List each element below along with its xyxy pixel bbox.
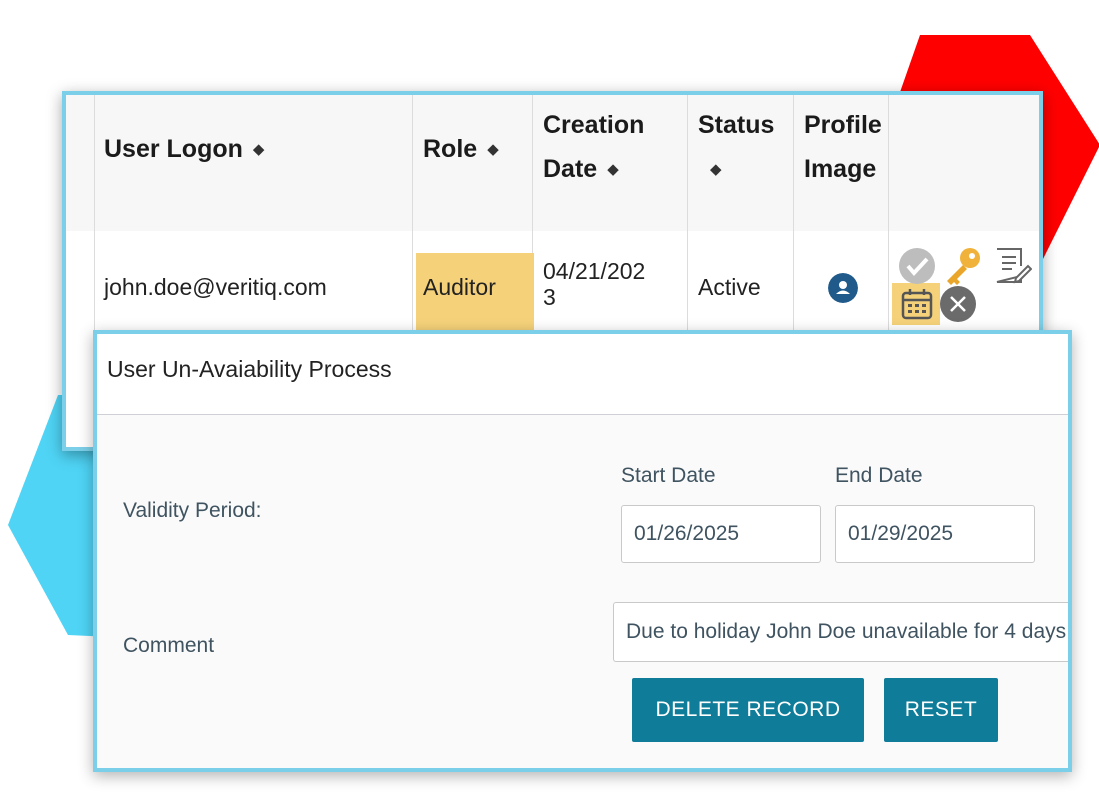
sort-icon[interactable]: ◆ — [710, 161, 722, 178]
cell-user-logon: john.doe@veritiq.com — [104, 274, 327, 300]
header-role[interactable]: Role ◆ — [423, 127, 499, 172]
delete-record-button[interactable]: DELETE RECORD — [632, 678, 864, 742]
header-profile-image: Profile Image — [804, 103, 882, 191]
validity-period-label: Validity Period: — [123, 499, 262, 522]
calendar-icon[interactable] — [900, 287, 934, 321]
cell-creation-date-line2: 3 — [543, 284, 556, 310]
end-date-label: End Date — [835, 464, 923, 487]
header-user-logon-label: User Logon — [104, 135, 243, 163]
check-icon[interactable] — [898, 247, 936, 285]
start-date-input[interactable]: 01/26/2025 — [621, 505, 821, 563]
header-status[interactable]: Status ◆ — [698, 103, 774, 192]
header-role-label: Role — [423, 135, 478, 163]
comment-label: Comment — [123, 634, 215, 657]
edit-notes-icon[interactable] — [994, 246, 1032, 286]
header-user-logon[interactable]: User Logon ◆ — [104, 127, 264, 172]
sort-icon[interactable]: ◆ — [607, 161, 619, 178]
user-avatar-icon[interactable] — [828, 273, 858, 303]
modal-header: User Un-Avaiability Process — [97, 334, 1068, 415]
sort-icon[interactable]: ◆ — [253, 141, 265, 158]
cell-creation-date-line1: 04/21/202 — [543, 258, 646, 284]
header-profile-image-line2: Image — [804, 155, 877, 183]
reset-button[interactable]: RESET — [884, 678, 998, 742]
modal-title: User Un-Avaiability Process — [107, 356, 392, 382]
cell-status: Active — [698, 274, 761, 300]
key-icon[interactable] — [943, 245, 983, 287]
header-status-label: Status — [698, 111, 775, 139]
header-profile-image-line1: Profile — [804, 111, 882, 139]
comment-input[interactable]: Due to holiday John Doe unavailable for … — [613, 602, 1068, 662]
cell-creation-date: 04/21/202 3 — [543, 258, 645, 310]
header-creation-date-line2: Date — [543, 155, 598, 183]
sort-icon[interactable]: ◆ — [487, 141, 499, 158]
unavailability-modal: User Un-Avaiability Process Validity Per… — [93, 330, 1072, 772]
start-date-label: Start Date — [621, 464, 716, 487]
close-icon[interactable] — [939, 285, 977, 323]
cell-role: Auditor — [423, 274, 496, 300]
end-date-input[interactable]: 01/29/2025 — [835, 505, 1035, 563]
header-creation-date[interactable]: Creation Date ◆ — [543, 103, 644, 192]
header-creation-date-line1: Creation — [543, 111, 645, 139]
